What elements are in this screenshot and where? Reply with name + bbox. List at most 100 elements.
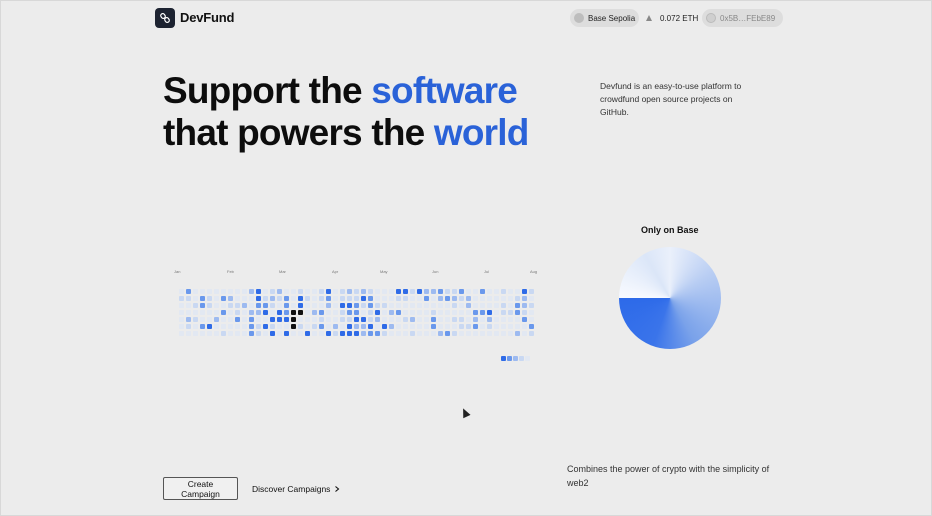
activity-cell (396, 310, 401, 315)
network-chip[interactable]: Base Sepolia (570, 9, 639, 27)
activity-cell (368, 317, 373, 322)
activity-cell (403, 317, 408, 322)
activity-cell (529, 303, 534, 308)
activity-cell (179, 310, 184, 315)
activity-cell (235, 303, 240, 308)
activity-cell (508, 289, 513, 294)
hero-line-2-accent: world (433, 112, 529, 153)
activity-cell (340, 317, 345, 322)
activity-cell (452, 303, 457, 308)
activity-cell (319, 317, 324, 322)
activity-cell (179, 324, 184, 329)
activity-cell (270, 296, 275, 301)
activity-cell (186, 289, 191, 294)
activity-cell (389, 296, 394, 301)
activity-cell (375, 324, 380, 329)
activity-cell (522, 303, 527, 308)
activity-cell (277, 296, 282, 301)
create-campaign-button[interactable]: Create Campaign (163, 477, 238, 500)
discover-campaigns-label: Discover Campaigns (252, 483, 331, 494)
activity-cell (508, 324, 513, 329)
link-icon[interactable] (155, 8, 175, 28)
activity-cell (305, 324, 310, 329)
activity-cell (291, 296, 296, 301)
activity-cell (249, 324, 254, 329)
activity-cell (200, 310, 205, 315)
activity-cell (284, 331, 289, 336)
activity-cell (207, 317, 212, 322)
activity-cell (459, 310, 464, 315)
activity-cell (179, 296, 184, 301)
activity-cell (375, 289, 380, 294)
activity-cell (193, 289, 198, 294)
activity-cell (501, 331, 506, 336)
chevron-right-icon (335, 485, 340, 492)
activity-cell (494, 289, 499, 294)
brand-name[interactable]: DevFund (180, 10, 234, 25)
activity-cell (333, 317, 338, 322)
activity-cell (333, 310, 338, 315)
legend-swatch (525, 356, 530, 361)
activity-cell (522, 331, 527, 336)
wallet-address-button[interactable]: 0x5B…FEbE89 (702, 9, 784, 27)
activity-cell (375, 296, 380, 301)
activity-cell (403, 310, 408, 315)
discover-campaigns-link[interactable]: Discover Campaigns (252, 477, 341, 500)
activity-cell (361, 303, 366, 308)
activity-cell (487, 303, 492, 308)
activity-cell (375, 317, 380, 322)
activity-cell (214, 296, 219, 301)
activity-cell (487, 317, 492, 322)
activity-cell (438, 324, 443, 329)
activity-cell (312, 303, 317, 308)
activity-cell (396, 317, 401, 322)
activity-cell (249, 296, 254, 301)
activity-cell (494, 331, 499, 336)
legend-swatch (519, 356, 524, 361)
activity-cell (382, 324, 387, 329)
activity-cell (214, 289, 219, 294)
activity-cell (200, 303, 205, 308)
activity-cell (417, 289, 422, 294)
activity-cell (221, 331, 226, 336)
activity-cell (410, 289, 415, 294)
activity-cell (186, 310, 191, 315)
hero-line-2: that powers the world (163, 112, 529, 154)
activity-cell (291, 303, 296, 308)
activity-cell (228, 296, 233, 301)
activity-cell (473, 303, 478, 308)
activity-cell (459, 324, 464, 329)
month-label: Aug (530, 269, 538, 274)
activity-cell (515, 324, 520, 329)
activity-cell (221, 317, 226, 322)
activity-cell (438, 303, 443, 308)
activity-cell (186, 324, 191, 329)
network-label: Base Sepolia (588, 13, 636, 23)
activity-cell (466, 331, 471, 336)
activity-cell (340, 331, 345, 336)
activity-cell (410, 296, 415, 301)
activity-cell (417, 310, 422, 315)
activity-cell (480, 296, 485, 301)
logo-glyph (160, 12, 170, 24)
activity-cell (431, 289, 436, 294)
activity-cell (284, 317, 289, 322)
activity-cell (529, 310, 534, 315)
activity-cell (410, 317, 415, 322)
activity-cell (291, 331, 296, 336)
activity-cell (249, 317, 254, 322)
activity-cell (522, 317, 527, 322)
activity-cell (235, 289, 240, 294)
activity-cell (480, 317, 485, 322)
activity-cell (319, 310, 324, 315)
activity-cell (340, 289, 345, 294)
month-label: Apr (332, 269, 339, 274)
activity-cell (501, 324, 506, 329)
activity-cell (179, 331, 184, 336)
activity-cell (242, 303, 247, 308)
activity-cell (529, 296, 534, 301)
activity-cell (529, 289, 534, 294)
activity-cell (207, 331, 212, 336)
activity-cell (368, 289, 373, 294)
activity-cell (214, 317, 219, 322)
